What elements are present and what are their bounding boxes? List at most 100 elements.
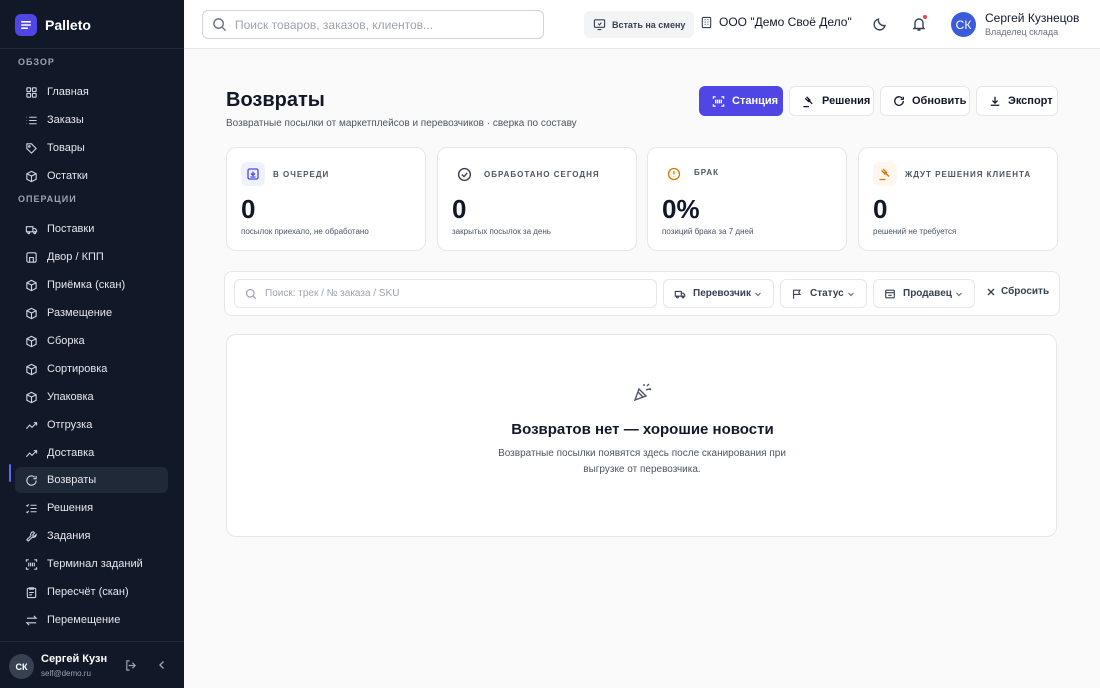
logout-icon[interactable]: [122, 657, 138, 673]
sidebar-item-label: Упаковка: [47, 391, 94, 403]
stat-card-defects: БРАК 0% позиций брака за 7 дней: [647, 147, 847, 251]
user-role: Владелец склада: [985, 27, 1059, 37]
gavel-icon: [873, 162, 897, 186]
sidebar-item-label: Двор / КПП: [47, 251, 104, 263]
sidebar-item-label: Размещение: [47, 307, 113, 319]
stat-card-awaiting: ЖДУТ РЕШЕНИЯ КЛИЕНТА 0 решений не требуе…: [858, 147, 1058, 251]
station-button[interactable]: Станция: [699, 86, 783, 116]
grid-icon: [24, 85, 38, 99]
sidebar-item-14[interactable]: Возвраты: [15, 467, 168, 493]
user-avatar[interactable]: СК: [951, 12, 976, 37]
footer-user-name: Сергей Кузнецов: [41, 653, 107, 665]
refresh-button[interactable]: Обновить: [880, 86, 970, 116]
logo-icon: [15, 14, 37, 36]
sidebar-item-5[interactable]: Поставки: [15, 216, 168, 242]
stat-label: БРАК: [694, 168, 720, 177]
export-button[interactable]: Экспорт: [976, 86, 1058, 116]
org-switcher[interactable]: ООО "Демо Своё Дело": [700, 15, 852, 29]
sidebar-item-1[interactable]: Главная: [15, 79, 168, 105]
chevron-down-icon: [755, 292, 761, 297]
sidebar-item-label: Возвраты: [47, 474, 97, 486]
topbar: Встать на смену ООО "Демо Своё Дело" СК …: [184, 0, 1100, 49]
sidebar: Palleto ОБЗОР ОПЕРАЦИИ Главная Заказы Това…: [0, 0, 184, 688]
reset-filters-button[interactable]: Сбросить: [986, 286, 1049, 297]
page-subtitle: Возвратные посылки от маркетплейсов и пе…: [226, 118, 577, 129]
stat-label: В ОЧЕРЕДИ: [273, 170, 330, 179]
sidebar-item-label: Решения: [47, 502, 94, 514]
carrier-filter[interactable]: Перевозчик: [663, 279, 774, 308]
stat-value: 0%: [662, 194, 700, 224]
sidebar-item-4[interactable]: Остатки: [15, 163, 168, 189]
arrows-icon: [24, 613, 38, 627]
empty-state-text: Возвратные посылки появятся здесь после …: [498, 448, 786, 475]
search-icon: [213, 18, 227, 32]
stat-description: позиций брака за 7 дней: [662, 227, 754, 236]
stat-description: решений не требуется: [873, 227, 957, 236]
divider: [0, 48, 184, 49]
refresh-icon: [894, 96, 904, 106]
sidebar-item-18[interactable]: Пересчёт (скан): [15, 579, 168, 605]
sidebar-item-12[interactable]: Отгрузка: [15, 412, 168, 438]
sidebar-item-label: Остатки: [47, 170, 88, 182]
seller-filter[interactable]: Продавец: [873, 279, 975, 308]
sidebar-item-17[interactable]: Терминал заданий: [15, 551, 168, 577]
truck-icon: [674, 290, 686, 298]
sidebar-item-16[interactable]: Задания: [15, 523, 168, 549]
sidebar-item-13[interactable]: Доставка: [15, 440, 168, 466]
refresh-label: Обновить: [912, 95, 967, 107]
notifications-icon[interactable]: [909, 14, 929, 34]
section-label-overview: ОБЗОР: [18, 57, 55, 67]
stat-value: 0: [873, 194, 888, 224]
station-label: Станция: [732, 95, 779, 107]
sidebar-item-3[interactable]: Товары: [15, 135, 168, 161]
avatar[interactable]: СК: [9, 654, 34, 679]
stat-description: закрытых посылок за день: [452, 227, 551, 236]
brand[interactable]: Palleto: [15, 13, 91, 37]
decisions-button[interactable]: Решения: [789, 86, 874, 116]
filter-bar: Перевозчик Статус Продавец Сбросить: [224, 271, 1060, 316]
search-input[interactable]: [235, 17, 535, 32]
box-icon: [24, 334, 38, 348]
trend-icon: [24, 418, 38, 432]
close-icon: [987, 288, 995, 295]
stat-value: 0: [241, 194, 256, 224]
stat-description: посылок приехало, не обработано: [241, 227, 369, 236]
global-search[interactable]: [202, 10, 544, 39]
status-filter[interactable]: Статус: [780, 279, 867, 308]
tag-icon: [24, 141, 38, 155]
truck-icon: [24, 222, 38, 236]
download-icon: [990, 96, 1000, 106]
collapse-sidebar-icon[interactable]: [154, 657, 170, 673]
sidebar-item-label: Терминал заданий: [47, 558, 143, 570]
search-icon: [245, 288, 257, 299]
building-icon: [701, 16, 712, 28]
sidebar-item-9[interactable]: Сборка: [15, 328, 168, 354]
status-filter-label: Статус: [810, 288, 844, 299]
sidebar-item-6[interactable]: Двор / КПП: [15, 244, 168, 270]
sidebar-item-label: Перемещение: [47, 614, 121, 626]
chevron-down-icon: [848, 292, 854, 297]
start-shift-button[interactable]: Встать на смену: [584, 11, 694, 38]
list-check-icon: [24, 501, 38, 515]
sidebar-item-label: Заказы: [47, 114, 84, 126]
sidebar-item-15[interactable]: Решения: [15, 495, 168, 521]
export-label: Экспорт: [1008, 95, 1053, 107]
sidebar-item-7[interactable]: Приёмка (скан): [15, 272, 168, 298]
filter-search-input[interactable]: [265, 288, 645, 299]
sidebar-footer: СК Сергей Кузнецов self@demo.ru: [0, 641, 184, 688]
sidebar-item-8[interactable]: Размещение: [15, 300, 168, 326]
sidebar-item-19[interactable]: Перемещение: [15, 607, 168, 633]
wrench-icon: [24, 529, 38, 543]
filter-search[interactable]: [234, 279, 657, 308]
user-name[interactable]: Сергей Кузнецов: [985, 11, 1079, 25]
decisions-label: Решения: [822, 95, 871, 107]
sidebar-item-11[interactable]: Упаковка: [15, 384, 168, 410]
clipboard-icon: [24, 585, 38, 599]
reset-filters-label: Сбросить: [1001, 286, 1050, 297]
sidebar-item-label: Доставка: [47, 447, 95, 459]
sidebar-item-label: Главная: [47, 86, 89, 98]
theme-toggle-icon[interactable]: [870, 14, 890, 34]
sidebar-item-2[interactable]: Заказы: [15, 107, 168, 133]
sidebar-item-10[interactable]: Сортировка: [15, 356, 168, 382]
empty-state-title: Возвратов нет — хорошие новости: [511, 421, 774, 438]
